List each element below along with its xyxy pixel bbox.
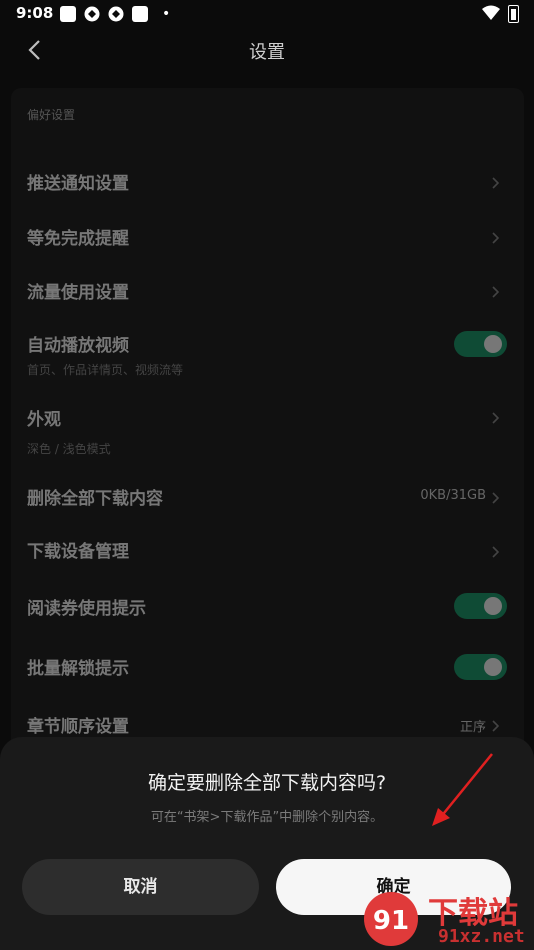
chevron-right-icon [490, 543, 502, 558]
top-app-bar: 设置 [0, 28, 534, 72]
appearance-settings[interactable]: 外观 [27, 405, 61, 430]
chevron-right-icon [490, 717, 502, 732]
annotation-arrow-icon [432, 753, 493, 826]
notification-more-dot: • [162, 6, 171, 22]
reading-coupon-tip-label: 阅读券使用提示 [27, 599, 146, 619]
watermark-logo-icon: 91 [364, 892, 418, 946]
data-usage-settings[interactable]: 流量使用设置 [27, 278, 129, 303]
watermark-small-text: 91xz.net [438, 926, 525, 947]
chevron-right-icon [490, 489, 502, 504]
push-notification-settings[interactable]: 推送通知设置 [27, 169, 129, 194]
chapter-order-settings[interactable]: 章节顺序设置 [27, 712, 129, 737]
notification-square-icon [132, 6, 148, 22]
status-bar: 9:08 • [0, 0, 534, 28]
wifi-icon [482, 5, 500, 25]
delete-all-downloads[interactable]: 删除全部下载内容 [27, 484, 163, 509]
download-storage-value: 0KB/31GB [420, 488, 486, 503]
appearance-subtitle: 深色 / 浅色模式 [27, 442, 111, 456]
section-title: 偏好设置 [27, 108, 76, 122]
notification-app-icon [108, 6, 124, 22]
chevron-right-icon [490, 174, 502, 189]
cancel-button[interactable]: 取消 [22, 859, 259, 915]
chevron-right-icon [490, 229, 502, 244]
page-title: 设置 [249, 42, 285, 63]
watermark: 91 下载站 91xz.net [362, 882, 534, 950]
status-time: 9:08 [16, 4, 54, 22]
notification-app-icon [84, 6, 100, 22]
autoplay-video-subtitle: 首页、作品详情页、视频流等 [27, 363, 184, 377]
reading-coupon-tip-toggle[interactable] [454, 593, 507, 619]
chevron-right-icon [490, 283, 502, 298]
autoplay-video-label: 自动播放视频 [27, 336, 129, 356]
notification-square-icon [60, 6, 76, 22]
batch-unlock-tip-toggle[interactable] [454, 654, 507, 680]
download-device-management[interactable]: 下载设备管理 [27, 537, 129, 562]
autoplay-video-toggle[interactable] [454, 331, 507, 357]
battery-icon [508, 5, 519, 23]
batch-unlock-tip-label: 批量解锁提示 [27, 659, 129, 679]
chevron-right-icon [490, 409, 502, 424]
watermark-logo-text: 91 [373, 906, 409, 936]
free-wait-reminder-settings[interactable]: 等免完成提醒 [27, 224, 129, 249]
chapter-order-value: 正序 [459, 720, 486, 735]
